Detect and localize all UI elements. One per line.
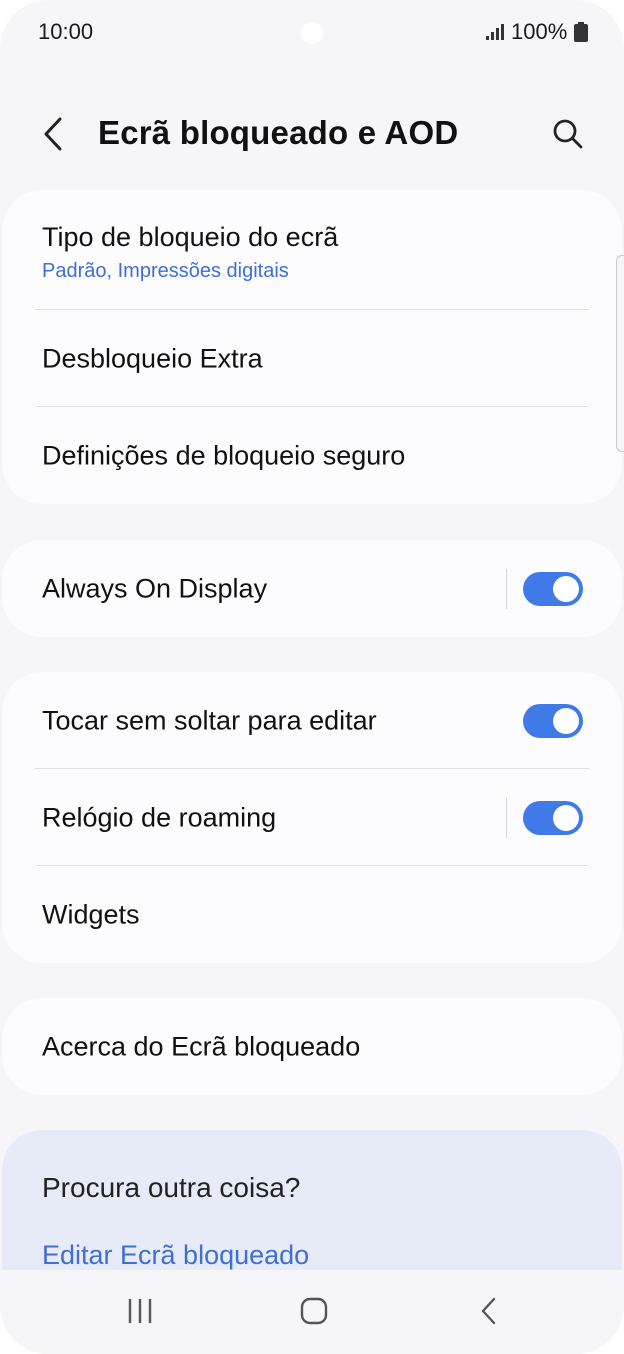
aod-item[interactable]: Always On Display (2, 540, 622, 637)
suggestion-title: Procura outra coisa? (42, 1172, 301, 1203)
search-button[interactable] (542, 108, 594, 160)
signal-icon (486, 24, 504, 40)
search-icon (553, 119, 583, 149)
edit-lockscreen-link[interactable]: Editar Ecrã bloqueado (42, 1240, 309, 1271)
home-icon (300, 1297, 328, 1325)
secure-lock-item[interactable]: Definições de bloqueio seguro (2, 407, 622, 504)
toggle-knob (553, 575, 579, 602)
about-title: Acerca do Ecrã bloqueado (42, 1031, 361, 1061)
back-button[interactable] (28, 108, 80, 160)
navigation-bar (0, 1270, 624, 1354)
home-button[interactable] (284, 1286, 344, 1336)
camera-cutout (301, 22, 323, 44)
aod-toggle[interactable] (523, 571, 583, 606)
card-about: Acerca do Ecrã bloqueado (2, 998, 622, 1095)
widgets-item[interactable]: Widgets (2, 866, 622, 963)
roaming-clock-toggle[interactable] (523, 800, 583, 835)
recents-icon (128, 1299, 152, 1323)
toggle-knob (553, 804, 579, 831)
status-time: 10:00 (38, 19, 94, 44)
battery-icon (574, 22, 588, 42)
touch-hold-toggle[interactable] (523, 703, 583, 738)
nav-back-icon (481, 1297, 496, 1325)
back-arrow-icon (44, 117, 62, 151)
touch-hold-item[interactable]: Tocar sem soltar para editar (2, 672, 622, 769)
toggle-knob (553, 707, 579, 734)
lock-type-subtitle: Padrão, Impressões digitais (42, 260, 289, 282)
roaming-clock-item[interactable]: Relógio de roaming (2, 769, 622, 866)
touch-hold-title: Tocar sem soltar para editar (42, 705, 377, 735)
vertical-separator (506, 568, 507, 609)
widgets-title: Widgets (42, 899, 140, 929)
header: Ecrã bloqueado e AOD (0, 90, 624, 180)
scroll-handle[interactable] (616, 255, 624, 452)
card-lock-settings: Tipo de bloqueio do ecrã Padrão, Impress… (2, 190, 622, 504)
secure-lock-title: Definições de bloqueio seguro (42, 440, 406, 470)
lock-type-item[interactable]: Tipo de bloqueio do ecrã Padrão, Impress… (2, 190, 622, 310)
page-title: Ecrã bloqueado e AOD (98, 114, 459, 151)
lock-type-title: Tipo de bloqueio do ecrã (42, 222, 339, 252)
roaming-clock-title: Relógio de roaming (42, 802, 277, 832)
phone-screen: 10:00 100% Ecrã bloqueado e AOD Tipo de … (0, 0, 624, 1354)
battery-level: 100% (511, 19, 568, 44)
card-aod: Always On Display (2, 540, 622, 637)
extra-unlock-title: Desbloqueio Extra (42, 343, 263, 373)
aod-title: Always On Display (42, 573, 268, 603)
card-lockscreen-options: Tocar sem soltar para editar Relógio de … (2, 672, 622, 963)
status-bar: 10:00 100% (0, 0, 624, 66)
vertical-separator (506, 797, 507, 838)
about-item[interactable]: Acerca do Ecrã bloqueado (2, 998, 622, 1095)
nav-back-button[interactable] (459, 1286, 519, 1336)
recents-button[interactable] (110, 1286, 170, 1336)
extra-unlock-item[interactable]: Desbloqueio Extra (2, 310, 622, 407)
